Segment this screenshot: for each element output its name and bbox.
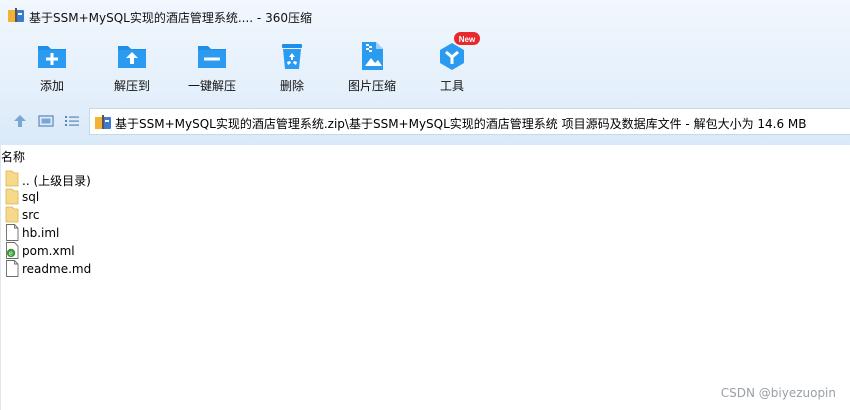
file-name: sql xyxy=(22,190,40,204)
add-folder-icon xyxy=(38,46,66,68)
folder-icon xyxy=(5,206,19,223)
new-badge: New xyxy=(454,32,480,45)
up-arrow-icon[interactable] xyxy=(12,113,28,129)
file-name: readme.md xyxy=(22,262,92,276)
file-list: 名称 .. (上级目录) sql src hb.iml e pom.xml re… xyxy=(0,145,850,410)
app-header: 基于SSM+MySQL实现的酒店管理系统.... - 360压缩 添加 解压到 xyxy=(0,0,850,145)
file-icon xyxy=(6,260,19,277)
file-icon xyxy=(6,224,19,241)
folder-icon xyxy=(5,170,19,187)
thumbnail-view-icon[interactable] xyxy=(38,113,54,129)
file-name: pom.xml xyxy=(22,244,75,258)
address-row: 基于SSM+MySQL实现的酒店管理系统.zip\基于SSM+MySQL实现的酒… xyxy=(0,106,850,136)
one-click-extract-icon xyxy=(198,46,226,68)
image-compress-button[interactable]: 图片压缩 xyxy=(336,36,408,98)
tools-label: 工具 xyxy=(439,79,464,93)
extract-to-button[interactable]: 解压到 xyxy=(96,36,168,98)
address-bar[interactable]: 基于SSM+MySQL实现的酒店管理系统.zip\基于SSM+MySQL实现的酒… xyxy=(89,108,850,135)
one-click-extract-label: 一键解压 xyxy=(187,79,236,93)
list-item[interactable]: sql xyxy=(5,188,305,206)
file-name: hb.iml xyxy=(22,226,60,240)
list-item[interactable]: .. (上级目录) xyxy=(5,170,305,188)
list-view-icon[interactable] xyxy=(64,113,80,129)
list-item[interactable]: readme.md xyxy=(5,260,305,278)
list-item[interactable]: hb.iml xyxy=(5,224,305,242)
recycle-bin-icon xyxy=(282,44,302,69)
title-bar: 基于SSM+MySQL实现的酒店管理系统.... - 360压缩 xyxy=(0,0,850,30)
tools-button[interactable]: New 工具 xyxy=(416,32,488,98)
address-path: 基于SSM+MySQL实现的酒店管理系统.zip\基于SSM+MySQL实现的酒… xyxy=(115,117,807,131)
new-badge-text: New xyxy=(459,35,476,44)
list-item[interactable]: e pom.xml xyxy=(5,242,305,260)
zip-archive-icon xyxy=(95,115,111,129)
svg-text:e: e xyxy=(9,251,13,258)
extract-folder-icon xyxy=(118,46,146,68)
file-name: src xyxy=(22,208,40,222)
watermark: CSDN @biyezuopin xyxy=(720,386,836,400)
folder-icon xyxy=(5,188,19,205)
xml-file-icon: e xyxy=(6,242,19,259)
extract-to-label: 解压到 xyxy=(113,79,150,93)
column-header-name[interactable]: 名称 xyxy=(1,148,25,165)
add-label: 添加 xyxy=(39,79,64,93)
delete-label: 删除 xyxy=(279,79,304,93)
file-name: .. (上级目录) xyxy=(22,174,91,188)
360zip-logo-icon xyxy=(8,8,24,22)
add-button[interactable]: 添加 xyxy=(16,36,88,98)
list-item[interactable]: src xyxy=(5,206,305,224)
toolbar: 添加 解压到 一键解压 删除 图片压缩 New 工具 xyxy=(0,32,850,98)
image-compress-label: 图片压缩 xyxy=(347,79,396,93)
image-compress-icon xyxy=(362,42,383,70)
delete-button[interactable]: 删除 xyxy=(256,36,328,98)
one-click-extract-button[interactable]: 一键解压 xyxy=(176,36,248,98)
window-title: 基于SSM+MySQL实现的酒店管理系统.... - 360压缩 xyxy=(29,11,312,25)
